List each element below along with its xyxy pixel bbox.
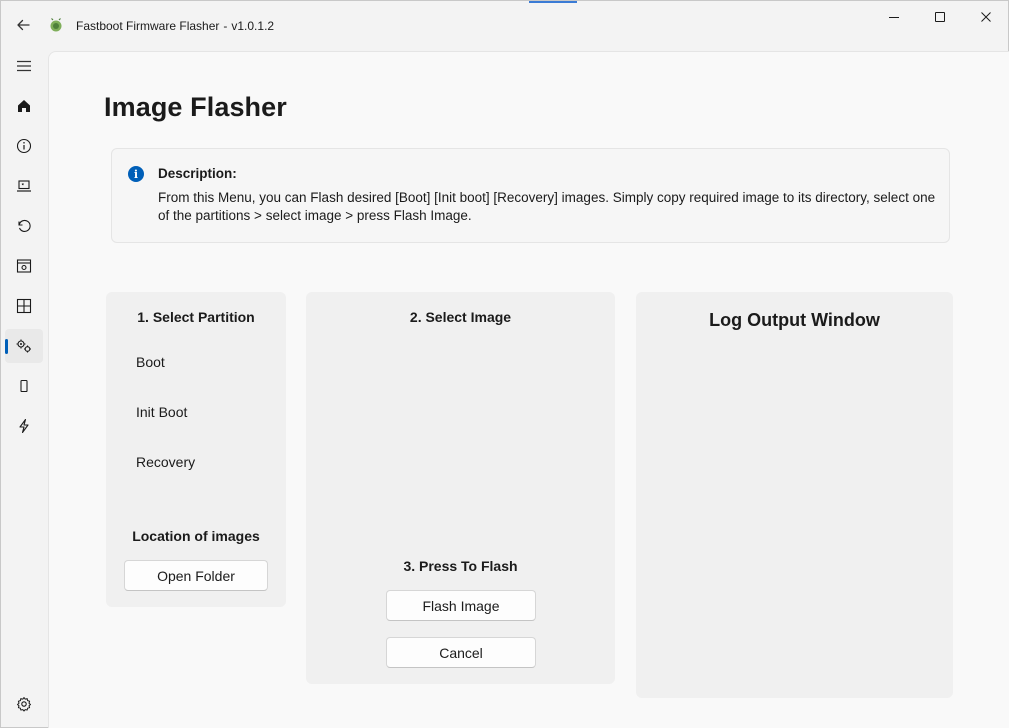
maximize-button[interactable]: [917, 1, 963, 33]
page-title: Image Flasher: [104, 92, 287, 122]
minimize-icon: [889, 17, 899, 18]
nav-item-image-flasher[interactable]: [5, 329, 43, 363]
flash-heading: 3. Press To Flash: [403, 558, 518, 574]
info-badge-icon: i: [128, 166, 144, 182]
back-button[interactable]: [9, 11, 37, 39]
log-output-panel: Log Output Window: [636, 292, 953, 698]
nav-item-apps[interactable]: [5, 289, 43, 323]
app-name: Fastboot Firmware Flasher: [76, 19, 220, 33]
cancel-button[interactable]: Cancel: [386, 637, 536, 668]
nav-item-restore[interactable]: [5, 209, 43, 243]
nav-item-device[interactable]: [5, 169, 43, 203]
back-arrow-icon: [17, 19, 30, 31]
nav-item-info[interactable]: [5, 129, 43, 163]
settings-icon: [17, 697, 31, 712]
maximize-icon: [935, 12, 945, 22]
navigation-rail: [1, 49, 47, 728]
nav-item-phone[interactable]: [5, 369, 43, 403]
image-heading: 2. Select Image: [409, 309, 512, 325]
laptop-icon: [17, 180, 31, 192]
partition-heading: 1. Select Partition: [137, 309, 255, 325]
minimize-button[interactable]: [871, 1, 917, 33]
content-area: Image Flasher i Description: From this M…: [48, 51, 1009, 728]
image-panel: 2. Select Image 3. Press To Flash Flash …: [306, 292, 615, 684]
selection-indicator: [5, 339, 8, 354]
app-window: Fastboot Firmware Flasher - v1.0.1.2 Ima…: [0, 0, 1009, 728]
flash-image-button[interactable]: Flash Image: [386, 590, 536, 621]
partition-option-init-boot[interactable]: Init Boot: [136, 404, 187, 420]
close-button[interactable]: [963, 1, 1009, 33]
infobar-title: Description:: [158, 166, 237, 181]
open-folder-button[interactable]: Open Folder: [124, 560, 268, 591]
app-title: Fastboot Firmware Flasher - v1.0.1.2: [76, 19, 274, 33]
partition-option-recovery[interactable]: Recovery: [136, 454, 195, 470]
nav-item-flash[interactable]: [5, 409, 43, 443]
nav-item-window-settings[interactable]: [5, 249, 43, 283]
location-heading: Location of images: [132, 528, 260, 544]
window-settings-icon: [16, 259, 32, 273]
partition-panel: 1. Select Partition Boot Init Boot Recov…: [106, 292, 286, 607]
info-icon: [16, 138, 32, 154]
hamburger-menu-icon: [17, 60, 31, 72]
title-separator: -: [223, 19, 228, 33]
close-icon: [981, 12, 991, 22]
nav-item-settings[interactable]: [5, 687, 43, 721]
nav-item-home[interactable]: [5, 89, 43, 123]
phone-icon: [20, 379, 28, 393]
lightning-icon: [19, 418, 29, 434]
app-version: v1.0.1.2: [231, 19, 275, 33]
restore-icon: [18, 219, 31, 232]
log-title: Log Output Window: [709, 310, 880, 330]
grid-icon: [16, 298, 32, 314]
app-logo-icon: [48, 17, 64, 33]
description-infobar: i Description: From this Menu, you can F…: [111, 148, 950, 243]
nav-menu-toggle[interactable]: [5, 49, 43, 83]
partition-option-boot[interactable]: Boot: [136, 354, 165, 370]
home-icon: [18, 100, 30, 112]
gears-icon: [16, 339, 31, 353]
title-bar: Fastboot Firmware Flasher - v1.0.1.2: [1, 1, 1009, 49]
infobar-message: From this Menu, you can Flash desired [B…: [158, 190, 936, 223]
